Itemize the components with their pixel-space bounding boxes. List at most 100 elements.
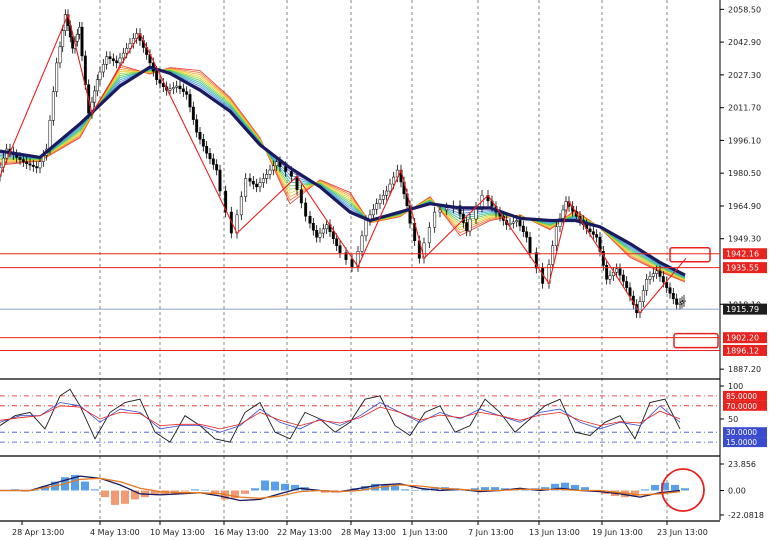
candle-body — [525, 231, 529, 238]
candle-body — [205, 145, 209, 154]
macd-histogram-bar — [271, 481, 279, 491]
osc-axis-label: 100 — [728, 382, 743, 391]
candle-body — [561, 209, 565, 219]
x-axis-label: 4 May 13:00 — [90, 528, 140, 537]
candle-body — [178, 85, 182, 90]
candle-body — [381, 195, 385, 200]
candle-body — [325, 224, 329, 230]
chart-root: 2058.50 2042.90 2027.30 2011.70 1996.10 1980.… — [0, 0, 770, 540]
candle-body — [55, 62, 59, 92]
candle-body — [508, 223, 512, 225]
zigzag-line — [0, 12, 687, 314]
candle-body — [218, 169, 222, 192]
macd-histogram-bar — [401, 489, 409, 491]
candle-body — [18, 157, 22, 160]
oscillator-panel: 85.000070.0000 30.000015.0000 100 50 — [0, 382, 767, 448]
candle-body — [181, 88, 185, 92]
macd-histogram-bar — [641, 489, 649, 491]
candle-body — [378, 199, 382, 204]
price-axis-label: 2011.70 — [728, 104, 761, 113]
macd-histogram-bar — [81, 481, 89, 491]
macd-axis-label: -22.0818 — [728, 511, 764, 520]
candle-body — [360, 235, 364, 252]
price-candles — [0, 9, 686, 319]
x-axis-label: 10 May 13:00 — [150, 528, 205, 537]
candle-body — [25, 161, 29, 164]
candle-body — [641, 290, 645, 302]
x-axis-label: 16 May 13:00 — [214, 528, 269, 537]
candle-body — [299, 189, 303, 204]
candle-body — [511, 221, 515, 224]
candle-body — [255, 183, 259, 188]
candle-body — [289, 171, 293, 177]
x-axis-label: 1 Jun 13:00 — [402, 528, 448, 537]
osc-level-label: 15.0000 — [726, 438, 757, 447]
candle-body — [518, 220, 522, 227]
candle-body — [175, 85, 179, 88]
candle-body — [80, 26, 84, 57]
macd-axis-label: 0.00 — [728, 486, 746, 495]
x-axis-label: 7 Jun 13:00 — [468, 528, 514, 537]
candle-body — [58, 46, 62, 64]
candle-body — [648, 276, 652, 280]
candle-body — [433, 211, 437, 228]
macd-histogram-bar — [121, 490, 129, 504]
candle-body — [115, 60, 119, 64]
candle-body — [95, 79, 99, 92]
candle-body — [651, 273, 655, 277]
candle-body — [198, 131, 202, 140]
osc-axis-label: 50 — [728, 415, 738, 424]
x-axis-label: 13 Jun 13:00 — [529, 528, 580, 537]
candle-body — [185, 91, 189, 95]
macd-histogram-bar — [261, 480, 269, 491]
candle-body — [595, 234, 599, 238]
osc-level-label: 85.0000 — [726, 392, 757, 401]
candle-body — [168, 88, 172, 91]
candle-body — [244, 178, 248, 197]
candle-body — [615, 268, 619, 273]
candle-body — [438, 209, 442, 213]
candle-body — [171, 87, 175, 90]
candle-body — [265, 173, 269, 179]
candle-body — [658, 270, 662, 277]
candle-body — [128, 43, 132, 49]
candle-body — [338, 245, 342, 253]
chart-svg: 2058.50 2042.90 2027.30 2011.70 1996.10 1980.… — [0, 0, 767, 537]
candle-body — [258, 182, 262, 188]
macd-histogram-bar — [681, 488, 689, 491]
candle-body — [93, 90, 97, 103]
candle-body — [211, 158, 215, 165]
macd-histogram-bar — [111, 490, 119, 505]
candle-body — [364, 220, 368, 237]
price-axis-label: 1887.20 — [728, 365, 761, 374]
candle-body — [215, 164, 219, 171]
candle-body — [304, 202, 308, 217]
candle-body — [392, 176, 396, 185]
candle-body — [645, 279, 649, 291]
macd-histogram-bar — [411, 490, 419, 491]
candle-body — [625, 281, 629, 288]
candle-body — [385, 190, 389, 196]
candle-body — [350, 259, 354, 267]
macd-histogram-bar — [651, 484, 659, 491]
candle-body — [445, 207, 449, 211]
candle-body — [248, 178, 252, 182]
level-highlight-box — [673, 332, 719, 349]
candle-body — [75, 33, 79, 42]
candle-body — [191, 106, 195, 120]
osc-level-label: 30.0000 — [726, 428, 757, 437]
level-tag-label: 1935.55 — [726, 264, 759, 273]
macd-histogram-bar — [391, 486, 399, 491]
candle-body — [375, 203, 379, 210]
candle-body — [31, 164, 35, 167]
candle-body — [105, 56, 109, 65]
candle-body — [275, 161, 279, 167]
candle-body — [521, 225, 525, 232]
candle-body — [661, 276, 665, 283]
candle-body — [588, 228, 592, 232]
level-tag-label: 1942.16 — [726, 250, 759, 259]
candle-body — [675, 298, 679, 305]
x-axis-label: 22 May 13:00 — [277, 528, 332, 537]
level-tag-label: 1896.12 — [726, 346, 759, 355]
x-axis-label: 23 Jun 13:00 — [657, 528, 708, 537]
